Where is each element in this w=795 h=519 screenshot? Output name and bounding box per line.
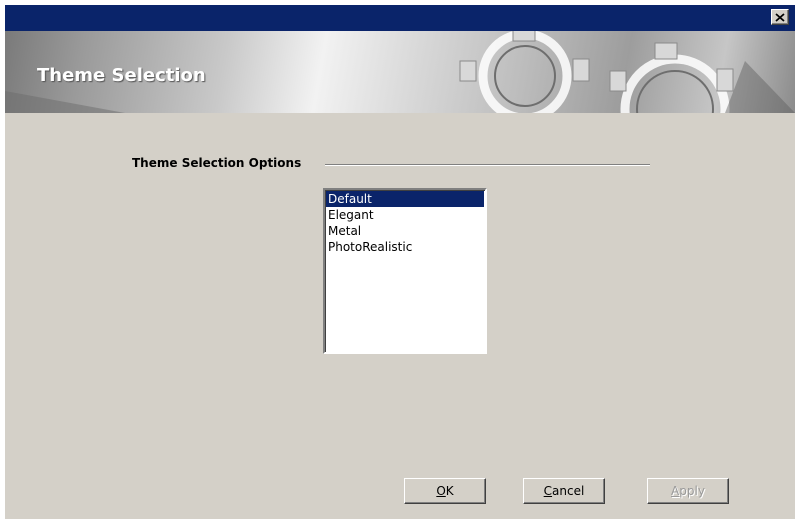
apply-button[interactable]: Apply bbox=[647, 478, 729, 504]
theme-selection-dialog: Theme Selection Theme Selection Options … bbox=[5, 5, 795, 519]
cancel-button[interactable]: Cancel bbox=[523, 478, 605, 504]
header-banner: Theme Selection bbox=[5, 31, 795, 113]
cancel-button-label: ancel bbox=[552, 484, 585, 498]
apply-button-accel: A bbox=[671, 484, 680, 498]
ok-button[interactable]: OK bbox=[404, 478, 486, 504]
list-item-metal[interactable]: Metal bbox=[326, 223, 484, 239]
list-item-elegant[interactable]: Elegant bbox=[326, 207, 484, 223]
banner-title: Theme Selection bbox=[37, 65, 206, 86]
section-label: Theme Selection Options bbox=[132, 156, 302, 170]
list-item-photorealistic[interactable]: PhotoRealistic bbox=[326, 239, 484, 255]
section-divider bbox=[325, 164, 650, 166]
close-icon bbox=[775, 12, 785, 22]
close-button[interactable] bbox=[771, 9, 789, 25]
ok-button-accel: O bbox=[436, 484, 446, 498]
apply-button-label: pply bbox=[679, 484, 705, 498]
ok-button-label: K bbox=[445, 484, 454, 498]
theme-listbox[interactable]: Default Elegant Metal PhotoRealistic bbox=[323, 188, 487, 354]
list-item-default[interactable]: Default bbox=[326, 191, 484, 207]
cancel-button-accel: C bbox=[543, 484, 553, 498]
title-bar[interactable] bbox=[5, 5, 795, 31]
